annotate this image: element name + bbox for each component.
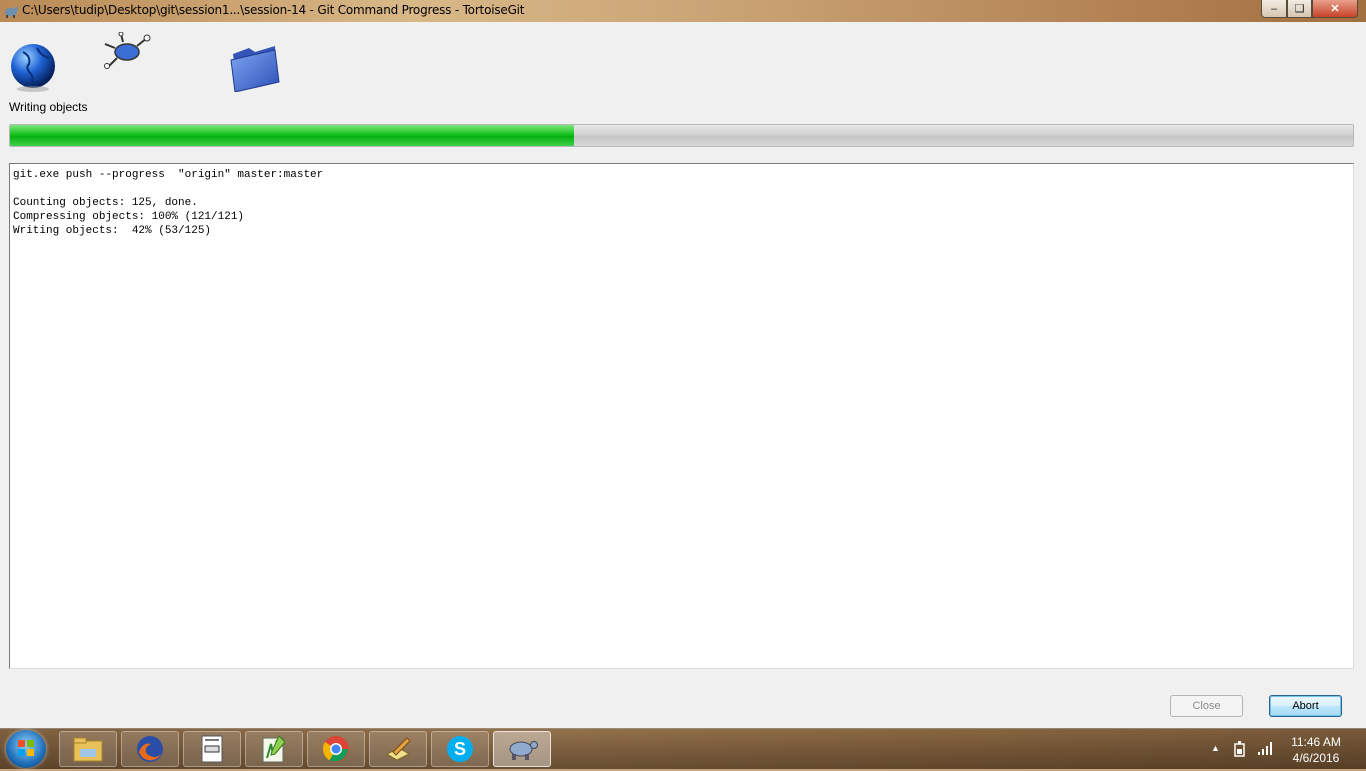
windows-start-icon[interactable] xyxy=(6,730,46,768)
tortoisegit-icon xyxy=(509,741,538,760)
taskbar-skype[interactable]: S xyxy=(431,731,489,767)
minimize-icon: – xyxy=(1270,2,1278,15)
clock-date[interactable]: 4/6/2016 xyxy=(1288,751,1344,765)
maximize-icon: ❑ xyxy=(1294,3,1305,15)
close-button[interactable]: Close xyxy=(1170,695,1243,717)
windows-logo xyxy=(18,740,34,756)
document-app-icon xyxy=(201,735,223,763)
progress-bar xyxy=(9,124,1354,147)
taskbar-firefox[interactable] xyxy=(121,731,179,767)
log-line: git.exe push --progress "origin" master:… xyxy=(13,169,324,181)
file-explorer-icon xyxy=(73,737,103,762)
taskbar-editor-pencil[interactable] xyxy=(369,731,427,767)
close-window-button[interactable]: ✕ xyxy=(1312,0,1358,18)
status-label: Writing objects xyxy=(9,100,88,114)
chrome-icon xyxy=(322,736,349,762)
tortoisegit-icon xyxy=(5,7,18,18)
show-hidden-icons-arrow-icon[interactable]: ▲ xyxy=(1211,743,1220,753)
progress-fill xyxy=(10,125,575,146)
skype-icon: S xyxy=(447,736,473,762)
log-line: Compressing objects: 100% (121/121) xyxy=(13,211,245,223)
folder-icon xyxy=(230,46,280,92)
dialog-client-area: Writing objects git.exe push --progress … xyxy=(0,22,1366,728)
flying-tortoise-icon xyxy=(104,32,151,69)
globe-icon xyxy=(11,44,55,92)
network-signal-icon[interactable] xyxy=(1257,741,1273,755)
maximize-button[interactable]: ❑ xyxy=(1287,0,1312,18)
minimize-button[interactable]: – xyxy=(1261,0,1287,18)
output-log[interactable]: git.exe push --progress "origin" master:… xyxy=(9,163,1354,669)
notepad-plus-plus-icon xyxy=(262,735,286,763)
window-title: C:\Users\tudip\Desktop\git\session1...\s… xyxy=(22,3,525,17)
firefox-icon xyxy=(137,736,163,762)
taskbar: S ▲ 11:46 AM 4/6/2016 xyxy=(0,728,1366,769)
log-line: Writing objects: 42% (53/125) xyxy=(13,225,212,237)
close-icon: ✕ xyxy=(1330,3,1340,15)
taskbar-chrome[interactable] xyxy=(307,731,365,767)
log-line: Counting objects: 125, done. xyxy=(13,197,198,209)
editor-pencil-icon xyxy=(385,737,411,761)
title-bar[interactable]: C:\Users\tudip\Desktop\git\session1...\s… xyxy=(0,0,1366,22)
abort-button[interactable]: Abort xyxy=(1269,695,1342,717)
svg-text:S: S xyxy=(454,739,466,759)
taskbar-file-explorer[interactable] xyxy=(59,731,117,767)
power-icon[interactable] xyxy=(1233,741,1247,757)
taskbar-notepad-plus-plus[interactable] xyxy=(245,731,303,767)
taskbar-tortoisegit[interactable] xyxy=(493,731,551,767)
clock-time[interactable]: 11:46 AM xyxy=(1288,735,1344,749)
taskbar-document-app[interactable] xyxy=(183,731,241,767)
